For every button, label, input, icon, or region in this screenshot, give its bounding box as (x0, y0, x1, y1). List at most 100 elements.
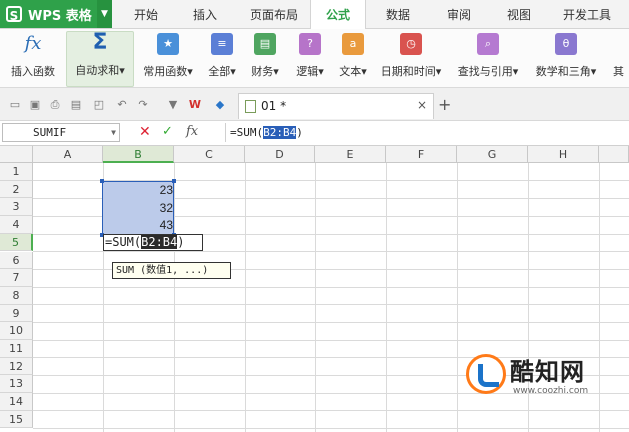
clock-book-icon: ◷ (400, 33, 422, 55)
formula-input[interactable]: =SUM(B2:B4) (225, 123, 629, 142)
new-tab-icon[interactable]: + (438, 95, 451, 114)
wps-app-menu-button[interactable]: S WPS 表格 (0, 0, 97, 28)
coozhi-logo-icon (466, 354, 506, 394)
cell-b2[interactable]: 23 (103, 183, 173, 197)
grid-line (33, 340, 629, 341)
save-icon[interactable]: ▣ (28, 98, 42, 112)
row-header-8[interactable]: 8 (0, 286, 33, 305)
theta-book-icon: θ (555, 33, 577, 55)
grid-line (33, 410, 629, 411)
row-header-13[interactable]: 13 (0, 375, 33, 394)
grid-line (174, 163, 175, 432)
row-header-11[interactable]: 11 (0, 340, 33, 358)
row-header-14[interactable]: 14 (0, 393, 33, 411)
grid-line (457, 163, 458, 432)
name-box[interactable]: SUMIF ▼ (2, 123, 120, 142)
more-functions-button[interactable]: 其 (608, 33, 629, 85)
row-header-4[interactable]: 4 (0, 216, 33, 234)
sigma-icon: Σ (92, 30, 108, 55)
cell-b3[interactable]: 32 (103, 201, 173, 215)
insert-function-icon[interactable]: fx (186, 124, 198, 139)
tab-page-layout[interactable]: 页面布局 (240, 0, 308, 28)
row-header-7[interactable]: 7 (0, 269, 33, 287)
tab-insert[interactable]: 插入 (178, 0, 232, 28)
row-header-1[interactable]: 1 (0, 163, 33, 181)
cell-b5-editor[interactable]: =SUM(B2:B4) (103, 234, 203, 251)
print-icon[interactable]: ▤ (69, 98, 83, 112)
document-tab-name: 01 * (261, 99, 287, 113)
row-header-3[interactable]: 3 (0, 198, 33, 217)
math-trig-button[interactable]: θ 数学和三角▾ (530, 33, 602, 85)
row-header-5[interactable]: 5 (0, 233, 33, 252)
formula-bar: SUMIF ▼ ✕ ✓ fx =SUM(B2:B4) (0, 121, 629, 146)
column-header-d[interactable]: D (245, 146, 315, 163)
tab-formulas[interactable]: 公式 (310, 0, 366, 29)
row-header-12[interactable]: 12 (0, 357, 33, 376)
all-functions-button[interactable]: ≡ 全部▾ (203, 33, 241, 85)
customize-toolbar-icon[interactable]: ▼ (166, 98, 180, 112)
common-functions-button[interactable]: ★ 常用函数▾ (136, 33, 200, 85)
column-header-g[interactable]: G (457, 146, 528, 163)
document-tab[interactable]: 01 * × (238, 93, 434, 119)
column-header-c[interactable]: C (174, 146, 245, 163)
column-header-h[interactable]: H (528, 146, 599, 163)
column-header-b[interactable]: B (103, 146, 174, 163)
column-header-partial[interactable] (599, 146, 629, 163)
name-box-value: SUMIF (33, 126, 67, 139)
row-header-6[interactable]: 6 (0, 251, 33, 270)
row-header-9[interactable]: 9 (0, 304, 33, 323)
row-header-10[interactable]: 10 (0, 322, 33, 340)
formula-range-selection: B2:B4 (263, 126, 297, 139)
quick-access-toolbar: ▭ ▣ ⎙ ▤ ◰ ↶ ↷ ▼ W ◆ 01 * × + (0, 88, 629, 121)
confirm-icon[interactable]: ✓ (162, 124, 173, 139)
text-book-icon: a (342, 33, 364, 55)
column-header-e[interactable]: E (315, 146, 386, 163)
text-functions-button[interactable]: a 文本▾ (333, 33, 373, 85)
cell-b4[interactable]: 43 (103, 218, 173, 232)
open-folder-icon[interactable]: ▭ (8, 98, 22, 112)
watermark-url: www.coozhi.com (513, 386, 589, 396)
formula-ribbon: fx 插入函数 Σ 自动求和▾ ★ 常用函数▾ ≡ 全部▾ ▤ 财务▾ ? 逻辑… (0, 29, 629, 88)
fx-icon: fx (24, 33, 42, 54)
tab-data[interactable]: 数据 (372, 0, 424, 28)
app-menu-dropdown-icon[interactable]: ▼ (97, 0, 112, 28)
print-preview-icon[interactable]: ⎙ (48, 98, 62, 112)
tab-start[interactable]: 开始 (120, 0, 172, 28)
watermark: 酷知网 www.coozhi.com (466, 352, 626, 406)
finance-book-icon: ▤ (254, 33, 276, 55)
tab-developer[interactable]: 开发工具 (554, 0, 620, 28)
grid-line (245, 163, 246, 432)
grid-line (386, 163, 387, 432)
chevron-down-icon[interactable]: ▼ (111, 124, 116, 141)
watermark-name: 酷知网 (510, 358, 585, 386)
wps-logo-icon: S (6, 6, 22, 23)
column-header-a[interactable]: A (33, 146, 103, 163)
autosum-button[interactable]: Σ 自动求和▾ (66, 31, 134, 87)
search-book-icon: ⌕ (477, 33, 499, 55)
undo-icon[interactable]: ↶ (115, 98, 129, 112)
tab-view[interactable]: 视图 (494, 0, 544, 28)
lookup-reference-button[interactable]: ⌕ 查找与引用▾ (452, 33, 524, 85)
wps-w-icon[interactable]: W (188, 98, 202, 112)
close-tab-icon[interactable]: × (417, 98, 427, 112)
function-signature-tooltip[interactable]: SUM (数值1, ...) (112, 262, 231, 279)
grid-line (315, 163, 316, 432)
row-header-15[interactable]: 15 (0, 410, 33, 429)
grid-line (33, 287, 629, 288)
date-time-functions-button[interactable]: ◷ 日期和时间▾ (376, 33, 446, 85)
column-header-f[interactable]: F (386, 146, 457, 163)
cancel-icon[interactable]: ✕ (139, 124, 151, 140)
question-book-icon: ? (299, 33, 321, 55)
book-icon: ≡ (211, 33, 233, 55)
row-header-2[interactable]: 2 (0, 180, 33, 199)
redo-icon[interactable]: ↷ (136, 98, 150, 112)
cube-icon[interactable]: ◆ (213, 98, 227, 112)
tab-review[interactable]: 审阅 (434, 0, 484, 28)
logical-functions-button[interactable]: ? 逻辑▾ (289, 33, 331, 85)
insert-function-button[interactable]: fx 插入函数 (2, 33, 64, 85)
app-title: WPS 表格 (28, 8, 92, 24)
preview-icon[interactable]: ◰ (92, 98, 106, 112)
select-all-corner[interactable] (0, 146, 33, 163)
financial-functions-button[interactable]: ▤ 财务▾ (245, 33, 285, 85)
grid-line (33, 322, 629, 323)
